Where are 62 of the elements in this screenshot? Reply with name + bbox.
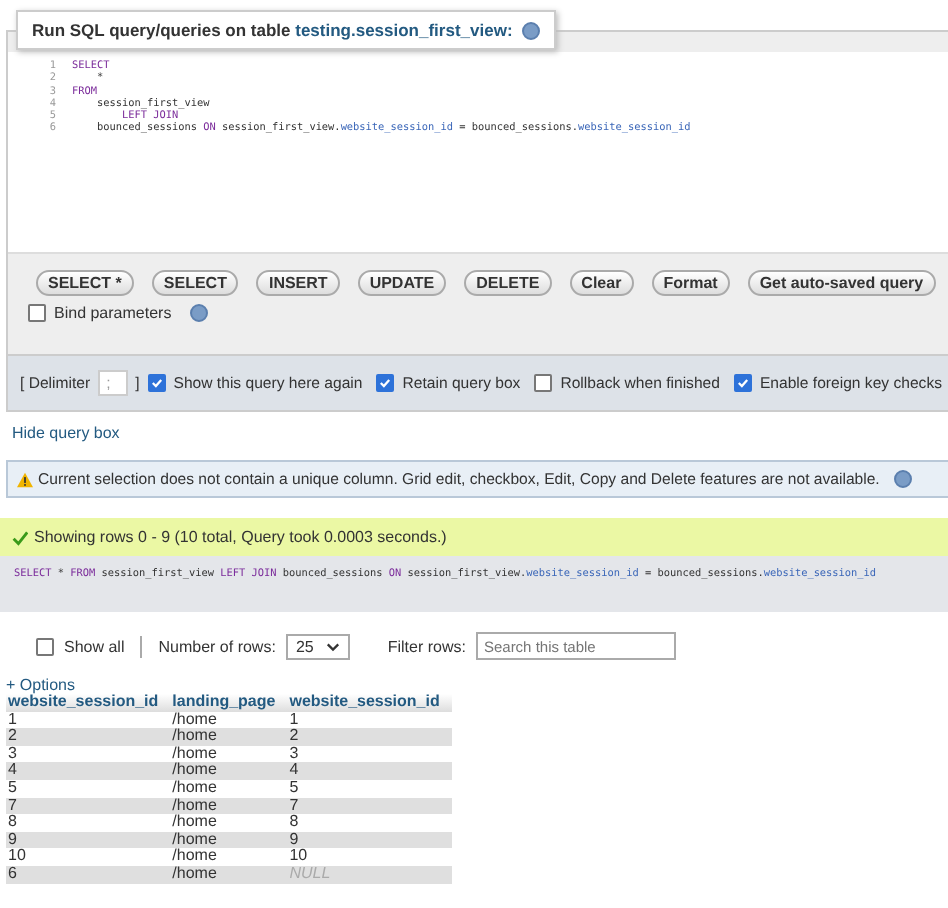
table-cell: 3 — [287, 745, 452, 763]
table-cell: /home — [170, 865, 288, 884]
table-cell: 5 — [6, 779, 171, 798]
checkbox[interactable] — [376, 374, 395, 392]
warning-icon — [16, 471, 34, 487]
filter-label: Filter rows: — [387, 637, 466, 655]
table-cell: /home — [170, 831, 288, 849]
table-cell: 2 — [287, 728, 452, 746]
hide-query-box-link[interactable]: Hide query box — [12, 424, 948, 442]
rows-label: Number of rows: — [158, 637, 276, 655]
column-header[interactable]: website_session_id — [6, 694, 171, 712]
table-link[interactable]: testing.session_first_view: — [295, 20, 513, 40]
query-button[interactable]: Format — [651, 270, 730, 296]
table-cell: /home — [170, 762, 288, 780]
caret-icon — [325, 641, 340, 651]
table-cell: 9 — [287, 831, 452, 849]
checkbox[interactable] — [534, 374, 553, 392]
query-button[interactable]: INSERT — [256, 270, 340, 296]
table-cell: 6 — [6, 865, 171, 884]
table-cell: 10 — [287, 848, 452, 866]
query-button[interactable]: DELETE — [464, 270, 552, 296]
table-cell: 7 — [287, 797, 452, 815]
table-cell: /home — [170, 728, 288, 746]
query-button[interactable]: UPDATE — [357, 270, 447, 296]
table-cell: 2 — [6, 728, 171, 746]
table-cell: /home — [170, 779, 288, 798]
help-icon[interactable] — [189, 304, 208, 322]
table-cell: 4 — [287, 762, 452, 780]
table-cell: /home — [170, 848, 288, 866]
table-cell: 10 — [6, 848, 171, 866]
table-cell: 5 — [287, 779, 452, 798]
query-button[interactable]: Get auto-saved query — [747, 270, 936, 296]
table-cell: /home — [170, 745, 288, 763]
table-cell: 3 — [6, 745, 171, 763]
legend-text: Run SQL query/queries on table — [32, 20, 293, 40]
checkbox[interactable] — [147, 374, 166, 392]
help-icon[interactable] — [522, 21, 541, 39]
checkbox[interactable] — [28, 304, 46, 322]
table-cell: 7 — [6, 797, 171, 815]
column-header[interactable]: website_session_id — [287, 694, 452, 712]
checkbox-label: Show all — [64, 637, 125, 655]
check-icon — [12, 529, 28, 545]
table-cell: /home — [170, 797, 288, 815]
checkbox-label: Bind parameters — [54, 304, 172, 322]
table-cell: /home — [170, 814, 288, 832]
query-button[interactable]: SELECT — [151, 270, 239, 296]
rows-select[interactable]: 25 — [285, 633, 350, 659]
table-cell: 1 — [6, 711, 171, 729]
table-cell: 9 — [6, 831, 171, 849]
help-icon[interactable] — [893, 470, 912, 488]
table-cell: 1 — [287, 711, 452, 729]
checkbox[interactable] — [36, 637, 54, 655]
checkbox[interactable] — [733, 374, 752, 392]
column-header[interactable]: landing_page — [170, 694, 288, 712]
query-button[interactable]: SELECT * — [36, 270, 134, 296]
success-text: Showing rows 0 - 9 (10 total, Query took 0.0003 seconds.) — [34, 528, 447, 546]
table-cell: 4 — [6, 762, 171, 780]
table-cell: 8 — [6, 814, 171, 832]
options-link[interactable]: + Options — [6, 676, 948, 694]
query-button[interactable]: Clear — [569, 270, 634, 296]
table-cell: /home — [170, 711, 288, 729]
table-cell: 8 — [287, 814, 452, 832]
